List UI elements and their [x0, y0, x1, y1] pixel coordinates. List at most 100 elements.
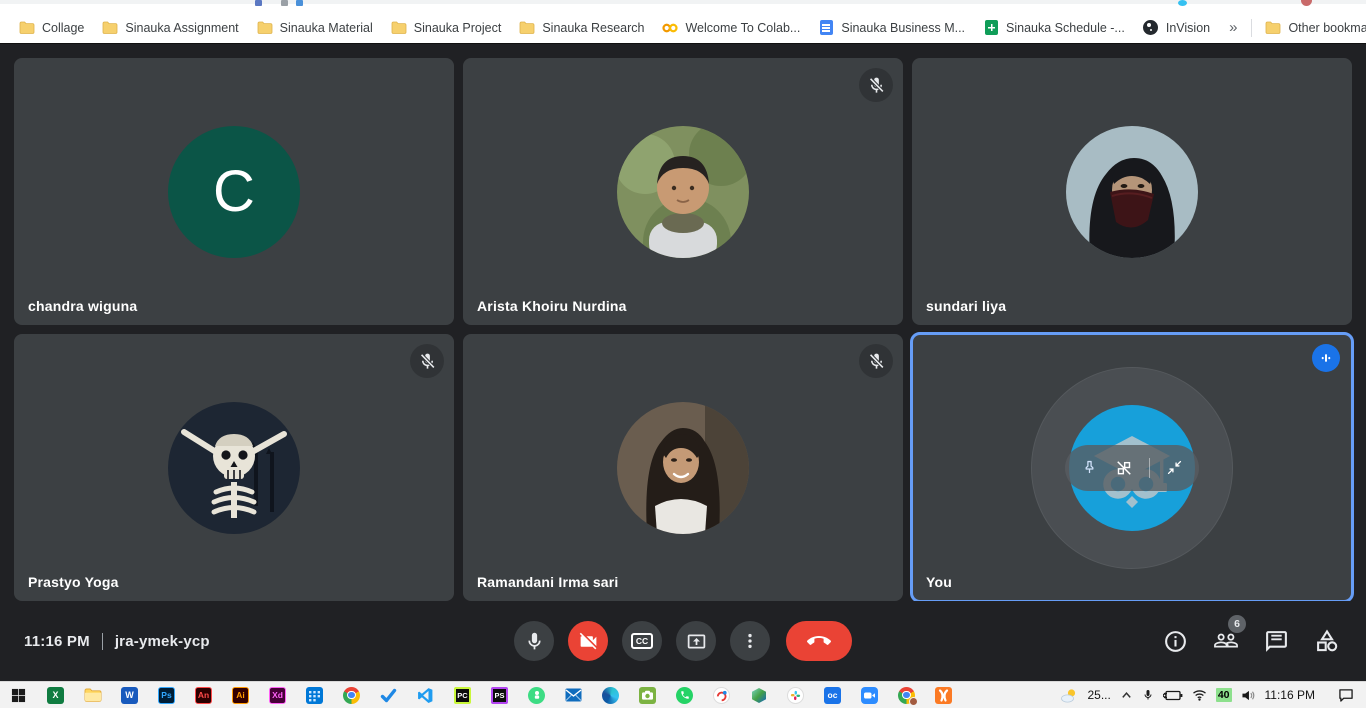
- meet-control-bar: 11:16 PM jra-ymek-ycp CC 6: [0, 601, 1366, 681]
- wifi-icon[interactable]: [1192, 689, 1207, 701]
- bookmarks-bar: Collage Sinauka Assignment Sinauka Mater…: [0, 12, 1366, 44]
- bookmarks-overflow-chevron[interactable]: »: [1219, 19, 1247, 36]
- adobe-xd-icon[interactable]: Xd: [259, 682, 296, 708]
- visual-studio-icon[interactable]: [407, 682, 444, 708]
- chrome-badged-icon[interactable]: [888, 682, 925, 708]
- mic-muted-icon: [859, 344, 893, 378]
- battery-percent-badge[interactable]: 40: [1216, 688, 1232, 702]
- bookmark-sinauka-project[interactable]: Sinauka Project: [382, 17, 511, 39]
- mic-button[interactable]: [514, 621, 554, 661]
- xampp-icon[interactable]: [925, 682, 962, 708]
- participants-button[interactable]: 6: [1213, 628, 1239, 654]
- weather-temp[interactable]: 25...: [1087, 688, 1110, 702]
- minimize-button[interactable]: [1165, 458, 1184, 477]
- bookmark-label: Sinauka Project: [414, 21, 502, 35]
- toolbar-fragment: [296, 0, 303, 6]
- avatar-photo: [617, 402, 749, 534]
- oc-app-icon[interactable]: oc: [814, 682, 851, 708]
- tray-overflow-chevron[interactable]: [1120, 689, 1133, 702]
- bookmark-label: Welcome To Colab...: [685, 21, 800, 35]
- action-center-icon[interactable]: [1338, 688, 1354, 702]
- tray-mic-icon[interactable]: [1142, 688, 1154, 702]
- toolbar-fragment: [281, 0, 288, 6]
- taskbar-clock[interactable]: 11:16 PM: [1265, 688, 1315, 702]
- participant-tile-sundari[interactable]: sundari liya: [912, 58, 1352, 325]
- bookmark-sinauka-business[interactable]: Sinauka Business M...: [809, 17, 974, 39]
- meeting-code[interactable]: jra-ymek-ycp: [115, 633, 210, 650]
- photo-swirl-app-icon[interactable]: [703, 682, 740, 708]
- bookmark-collage[interactable]: Collage: [10, 17, 93, 39]
- end-call-button[interactable]: [786, 621, 852, 661]
- zoom-icon[interactable]: [851, 682, 888, 708]
- volume-icon[interactable]: [1241, 689, 1256, 702]
- other-bookmarks-button[interactable]: Other bookmarks: [1256, 17, 1366, 39]
- pill-divider: [1149, 458, 1150, 478]
- calendar-icon[interactable]: [296, 682, 333, 708]
- illustrator-icon[interactable]: Ai: [222, 682, 259, 708]
- pycharm-icon[interactable]: PC: [444, 682, 481, 708]
- chat-button[interactable]: [1264, 629, 1289, 654]
- avatar-initial: C: [168, 126, 300, 258]
- folder-icon: [102, 20, 118, 36]
- meeting-details-button[interactable]: [1163, 629, 1188, 654]
- bookmark-sinauka-assignment[interactable]: Sinauka Assignment: [93, 17, 247, 39]
- more-options-button[interactable]: [730, 621, 770, 661]
- start-button[interactable]: [0, 682, 37, 708]
- participant-name: sundari liya: [926, 298, 1006, 314]
- bookmark-label: Sinauka Schedule -...: [1006, 21, 1125, 35]
- folder-icon: [1265, 20, 1281, 36]
- camera-off-button[interactable]: [568, 621, 608, 661]
- divider: [102, 633, 103, 650]
- windows-taskbar: X W Ps An Ai Xd PC PS: [0, 681, 1366, 708]
- participant-tile-prastyo[interactable]: Prastyo Yoga: [14, 334, 454, 601]
- activities-button[interactable]: [1314, 628, 1340, 654]
- bookmark-sinauka-research[interactable]: Sinauka Research: [510, 17, 653, 39]
- battery-charging-icon[interactable]: [1163, 689, 1183, 702]
- whatsapp-icon[interactable]: [666, 682, 703, 708]
- bookmark-label: Sinauka Material: [280, 21, 373, 35]
- participant-tile-arista[interactable]: Arista Khoiru Nurdina: [463, 58, 903, 325]
- animate-icon[interactable]: An: [185, 682, 222, 708]
- tile-hover-actions: [1065, 445, 1199, 491]
- bookmark-sinauka-material[interactable]: Sinauka Material: [248, 17, 382, 39]
- present-screen-button[interactable]: [676, 621, 716, 661]
- pinwheel-app-icon[interactable]: [777, 682, 814, 708]
- excel-icon[interactable]: X: [37, 682, 74, 708]
- bookmark-sinauka-schedule[interactable]: Sinauka Schedule -...: [974, 17, 1134, 39]
- mic-muted-icon: [410, 344, 444, 378]
- participant-tile-chandra[interactable]: C chandra wiguna: [14, 58, 454, 325]
- bookmark-colab[interactable]: Welcome To Colab...: [653, 17, 809, 39]
- folder-icon: [257, 20, 273, 36]
- android-app-icon[interactable]: [518, 682, 555, 708]
- chrome-icon[interactable]: [333, 682, 370, 708]
- bookmark-label: InVision: [1166, 21, 1210, 35]
- pin-button[interactable]: [1080, 458, 1099, 477]
- participant-tile-ramandani[interactable]: Ramandani Irma sari: [463, 334, 903, 601]
- participant-tile-you[interactable]: You: [912, 334, 1352, 601]
- camera-app-icon[interactable]: [629, 682, 666, 708]
- participant-name: You: [926, 574, 952, 590]
- audio-output-indicator-icon[interactable]: [1312, 344, 1340, 372]
- avatar-photo: [168, 402, 300, 534]
- avatar-photo: [1066, 126, 1198, 258]
- mail-icon[interactable]: [555, 682, 592, 708]
- weather-icon[interactable]: [1060, 688, 1078, 703]
- toolbar-fragment: [1178, 0, 1187, 6]
- remove-from-layout-button[interactable]: [1114, 458, 1134, 478]
- cc-icon: CC: [631, 633, 652, 649]
- todo-check-icon[interactable]: [370, 682, 407, 708]
- photoshop-icon[interactable]: Ps: [148, 682, 185, 708]
- edge-icon[interactable]: [592, 682, 629, 708]
- colab-icon: [662, 20, 678, 36]
- meeting-clock: 11:16 PM: [24, 633, 90, 650]
- phpstorm-icon[interactable]: PS: [481, 682, 518, 708]
- bookmark-label: Collage: [42, 21, 84, 35]
- avatar-photo: [617, 126, 749, 258]
- hexagon-app-icon[interactable]: [740, 682, 777, 708]
- file-explorer-icon[interactable]: [74, 682, 111, 708]
- folder-icon: [391, 20, 407, 36]
- bookmark-invision[interactable]: InVision: [1134, 17, 1219, 39]
- captions-button[interactable]: CC: [622, 621, 662, 661]
- bookmark-label: Sinauka Assignment: [125, 21, 238, 35]
- word-icon[interactable]: W: [111, 682, 148, 708]
